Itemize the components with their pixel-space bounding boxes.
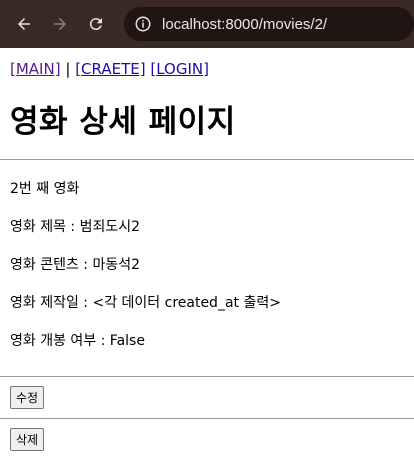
login-link[interactable]: [LOGIN] bbox=[150, 60, 209, 78]
edit-form: 수정 bbox=[0, 367, 414, 418]
page-title: 영화 상세 페이지 bbox=[10, 104, 236, 140]
forward-icon[interactable] bbox=[48, 12, 72, 36]
divider-top bbox=[0, 159, 414, 160]
info-icon[interactable] bbox=[134, 15, 152, 33]
back-icon[interactable] bbox=[12, 12, 36, 36]
address-url[interactable]: localhost:8000/movies/2/ bbox=[162, 16, 327, 33]
menu-separator: | bbox=[65, 60, 71, 78]
reload-icon[interactable] bbox=[84, 12, 108, 36]
address-bar[interactable]: localhost:8000/movies/2/ bbox=[124, 7, 414, 41]
divider-edit bbox=[0, 376, 414, 377]
page-content: [MAIN] | [CRAETE] [LOGIN] 영화 상세 페이지 2번 째… bbox=[0, 48, 414, 460]
main-link[interactable]: [MAIN] bbox=[10, 60, 61, 78]
browser-toolbar: localhost:8000/movies/2/ bbox=[0, 0, 414, 48]
movie-created-date: 영화 제작일 : <각 데이터 created_at 출력> bbox=[10, 295, 281, 311]
create-link[interactable]: [CRAETE] bbox=[75, 60, 145, 78]
delete-button[interactable]: 삭제 bbox=[10, 428, 45, 451]
movie-number: 2번 째 영화 bbox=[10, 181, 80, 197]
movie-content: 영화 콘텐츠 : 마동석2 bbox=[10, 257, 141, 273]
movie-release-status: 영화 개봉 여부 : False bbox=[10, 333, 145, 349]
divider-delete bbox=[0, 418, 414, 419]
top-menu: [MAIN] | [CRAETE] [LOGIN] bbox=[10, 58, 404, 80]
movie-title: 영화 제목 : 범죄도시2 bbox=[10, 219, 141, 235]
edit-button[interactable]: 수정 bbox=[10, 386, 45, 409]
